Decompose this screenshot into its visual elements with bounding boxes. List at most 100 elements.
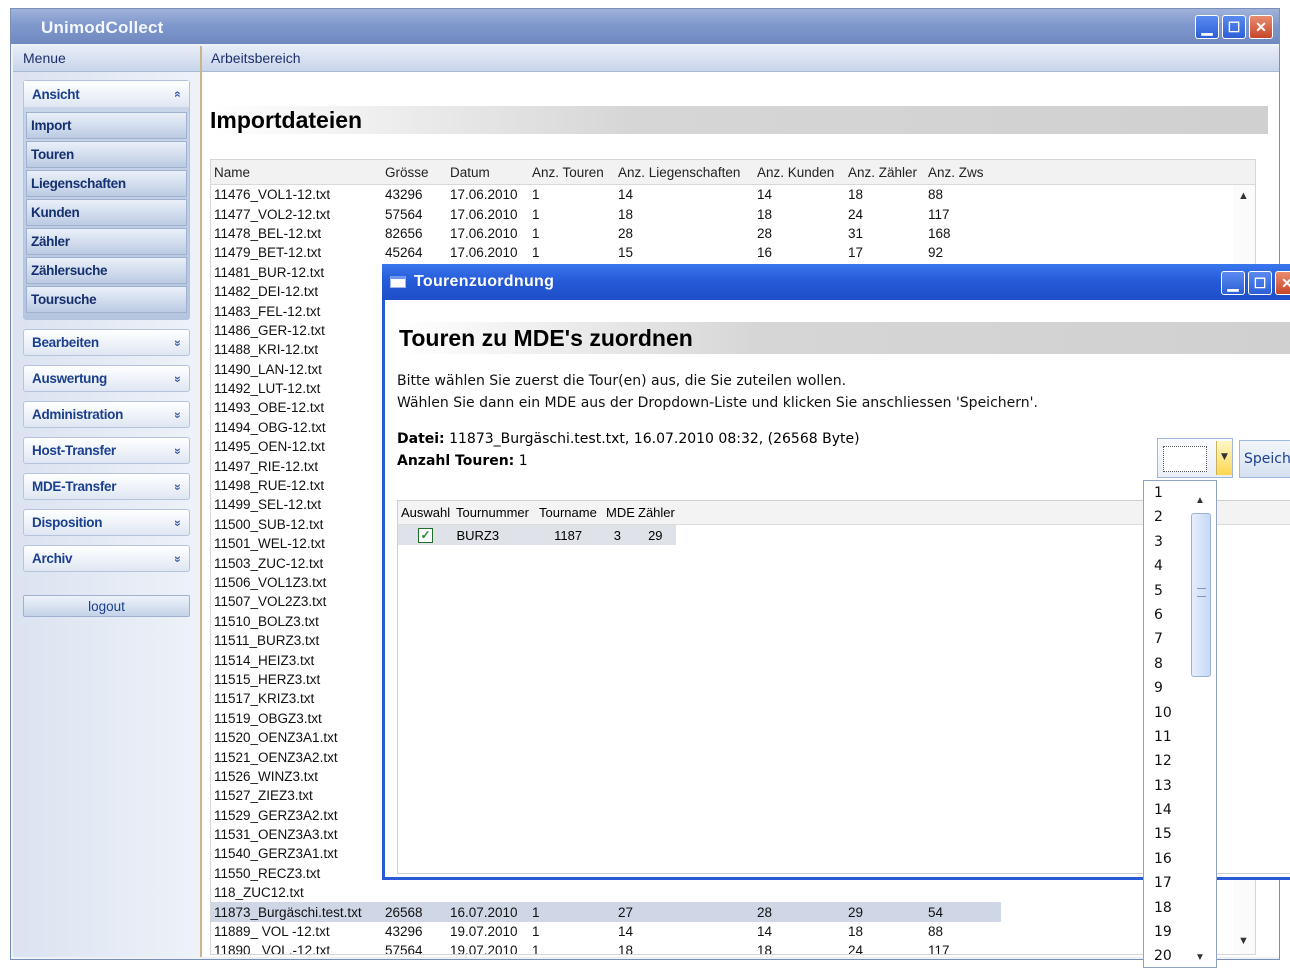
table-cell: 28 bbox=[757, 225, 773, 241]
table-cell: 11503_ZUC-12.txt bbox=[214, 555, 324, 571]
table-cell: 45264 bbox=[385, 245, 423, 261]
scrollbar-thumb[interactable] bbox=[1191, 513, 1211, 677]
datei-value: 11873_Burgäschi.test.txt, 16.07.2010 08:… bbox=[449, 431, 860, 447]
chevron-down-icon: » bbox=[170, 375, 185, 382]
grid-column-header[interactable]: MDE bbox=[603, 505, 635, 520]
checkbox[interactable]: ✓ bbox=[418, 527, 433, 543]
work-header: Arbeitsbereich bbox=[202, 46, 1279, 72]
column-header[interactable]: Anz. Kunden bbox=[754, 165, 845, 180]
dialog-maximize-button[interactable]: ☐ bbox=[1248, 271, 1272, 295]
menu-item[interactable]: Toursuche bbox=[26, 286, 187, 313]
table-cell: 11531_OENZ3A3.txt bbox=[214, 827, 338, 843]
table-cell: 11481_BUR-12.txt bbox=[214, 264, 325, 280]
column-header[interactable]: Anz. Zws bbox=[925, 165, 995, 180]
menu-header: Menue bbox=[13, 46, 200, 72]
close-button[interactable]: ✕ bbox=[1249, 15, 1273, 39]
dialog-minimize-button[interactable]: ▁ bbox=[1221, 271, 1245, 295]
table-cell: 117 bbox=[928, 206, 950, 222]
tournummer-cell: BURZ3 bbox=[456, 527, 500, 543]
table-cell: 14 bbox=[757, 187, 773, 203]
table-cell: 168 bbox=[928, 225, 951, 241]
table-cell: 11477_VOL2-12.txt bbox=[214, 206, 331, 222]
column-header[interactable]: Grösse bbox=[382, 165, 447, 180]
menu-group[interactable]: MDE-Transfer » bbox=[23, 473, 190, 500]
table-cell: 11521_OENZ3A2.txt bbox=[214, 749, 338, 765]
dialog-close-button[interactable]: ✕ bbox=[1275, 271, 1290, 295]
table-cell: 18 bbox=[848, 187, 864, 203]
scroll-down-icon[interactable]: ▼ bbox=[1238, 935, 1249, 947]
column-header[interactable]: Name bbox=[211, 165, 382, 180]
menu-group[interactable]: Administration » bbox=[23, 401, 190, 428]
column-header[interactable]: Anz. Touren bbox=[529, 165, 615, 180]
mde-dropdown[interactable]: ▼ bbox=[1157, 438, 1233, 478]
menu-group[interactable]: Host-Transfer » bbox=[23, 437, 190, 464]
table-cell: 11490_LAN-12.txt bbox=[214, 361, 322, 377]
dropdown-scrollbar[interactable]: ▲ ▼ bbox=[1190, 489, 1212, 963]
menu-group-ansicht-header[interactable]: Ansicht « bbox=[24, 81, 189, 107]
table-cell: 16.07.2010 bbox=[450, 904, 518, 920]
scroll-up-icon[interactable]: ▲ bbox=[1238, 190, 1249, 202]
minimize-button[interactable]: ▁ bbox=[1195, 15, 1219, 39]
minimize-icon: ▁ bbox=[1201, 18, 1213, 35]
table-row[interactable]: 11478_BEL-12.txt 82656 17.06.2010 1 28 28 31 16… bbox=[211, 224, 1255, 243]
mde-dropdown-list[interactable]: 1 2 3 4 5 6 7 8 9 10 11 12 13 14 15 16 17 18 19 20 ▲ ▼ bbox=[1143, 480, 1217, 968]
table-cell: 117 bbox=[928, 943, 950, 955]
screen: UnimodCollect ▁ ☐ ✕ Menue Ansicht « Impo… bbox=[0, 0, 1290, 968]
table-row[interactable]: 11889_ VOL -12.txt 43296 19.07.2010 1 14 14 18… bbox=[211, 922, 1255, 941]
menu-group[interactable]: Disposition » bbox=[23, 509, 190, 536]
close-icon: ✕ bbox=[1281, 274, 1290, 291]
grid-row[interactable]: ✓ BURZ3 1187 3 29 bbox=[398, 525, 676, 545]
menu-item[interactable]: Kunden bbox=[26, 199, 187, 226]
menu-item[interactable]: Liegenschaften bbox=[26, 170, 187, 197]
table-row[interactable]: 11479_BET-12.txt 45264 17.06.2010 1 15 16 17 92 bbox=[211, 243, 1255, 262]
dialog-body: Touren zu MDE's zuordnen Bitte wählen Si… bbox=[397, 322, 1290, 478]
table-cell: 11527_ZIEZ3.txt bbox=[214, 788, 313, 804]
grid-column-header[interactable]: Auswahl bbox=[398, 505, 453, 520]
table-row[interactable]: 11873_Burgäschi.test.txt 26568 16.07.2010 1… bbox=[211, 902, 1001, 922]
maximize-icon: ☐ bbox=[1253, 274, 1267, 291]
close-icon: ✕ bbox=[1255, 18, 1267, 35]
menu-group[interactable]: Archiv » bbox=[23, 545, 190, 572]
maximize-button[interactable]: ☐ bbox=[1222, 15, 1246, 39]
menu-item[interactable]: Touren bbox=[26, 141, 187, 168]
mde-dropdown-value[interactable] bbox=[1163, 446, 1207, 472]
grid-column-header[interactable]: Tourname bbox=[536, 505, 603, 520]
menu-item[interactable]: Import bbox=[26, 112, 187, 139]
table-cell: 11501_WEL-12.txt bbox=[214, 536, 325, 552]
scroll-up-icon[interactable]: ▲ bbox=[1195, 495, 1205, 506]
column-header[interactable]: Anz. Zähler bbox=[845, 165, 925, 180]
table-cell: 1 bbox=[532, 187, 540, 203]
table-row[interactable]: 11890_ VOL.-12.txt 57564 19.07.2010 1 18 18 24… bbox=[211, 941, 1255, 955]
table-cell: 92 bbox=[928, 245, 944, 261]
table-cell: 31 bbox=[848, 225, 864, 241]
table-cell: 18 bbox=[618, 206, 634, 222]
column-header[interactable]: Datum bbox=[447, 165, 529, 180]
logout-button[interactable]: logout bbox=[23, 595, 190, 617]
title-bar[interactable]: UnimodCollect ▁ ☐ ✕ bbox=[11, 9, 1279, 44]
menu-item[interactable]: Zähler bbox=[26, 228, 187, 255]
menu-group[interactable]: Bearbeiten » bbox=[23, 329, 190, 356]
chevron-down-icon: » bbox=[170, 555, 185, 562]
table-cell: 11499_SEL-12.txt bbox=[214, 497, 322, 513]
table-cell: 11529_GERZ3A2.txt bbox=[214, 807, 338, 823]
table-cell: 1 bbox=[532, 225, 540, 241]
table-row[interactable]: 11477_VOL2-12.txt 57564 17.06.2010 1 18 18 24 1… bbox=[211, 204, 1255, 223]
grid-column-header[interactable]: Zähler bbox=[635, 505, 680, 520]
grid-column-header[interactable]: Tournummer bbox=[453, 505, 536, 520]
save-button[interactable]: Speichern bbox=[1239, 440, 1290, 478]
scroll-down-icon[interactable]: ▼ bbox=[1195, 952, 1205, 963]
table-cell: 11890_ VOL.-12.txt bbox=[214, 943, 331, 955]
chevron-up-icon: « bbox=[170, 90, 185, 98]
table-cell: 11498_RUE-12.txt bbox=[214, 478, 325, 494]
dialog-title-bar[interactable]: Tourenzuordnung ▁ ☐ ✕ bbox=[382, 264, 1290, 300]
table-row[interactable]: 11476_VOL1-12.txt 43296 17.06.2010 1 14 14 18 8… bbox=[211, 185, 1255, 204]
column-header[interactable]: Anz. Liegenschaften bbox=[615, 165, 754, 180]
menu-group[interactable]: Auswertung » bbox=[23, 365, 190, 392]
table-cell: 11476_VOL1-12.txt bbox=[214, 187, 331, 203]
table-cell: 18 bbox=[848, 924, 864, 940]
menu-item[interactable]: Zählersuche bbox=[26, 257, 187, 284]
dropdown-arrow-icon[interactable]: ▼ bbox=[1216, 441, 1232, 475]
table-cell: 57564 bbox=[385, 943, 423, 955]
menu-groups: Bearbeiten» Auswertung» Administration» Hos… bbox=[13, 329, 200, 572]
table-row[interactable]: 118_ZUC12.txt bbox=[211, 883, 1255, 902]
